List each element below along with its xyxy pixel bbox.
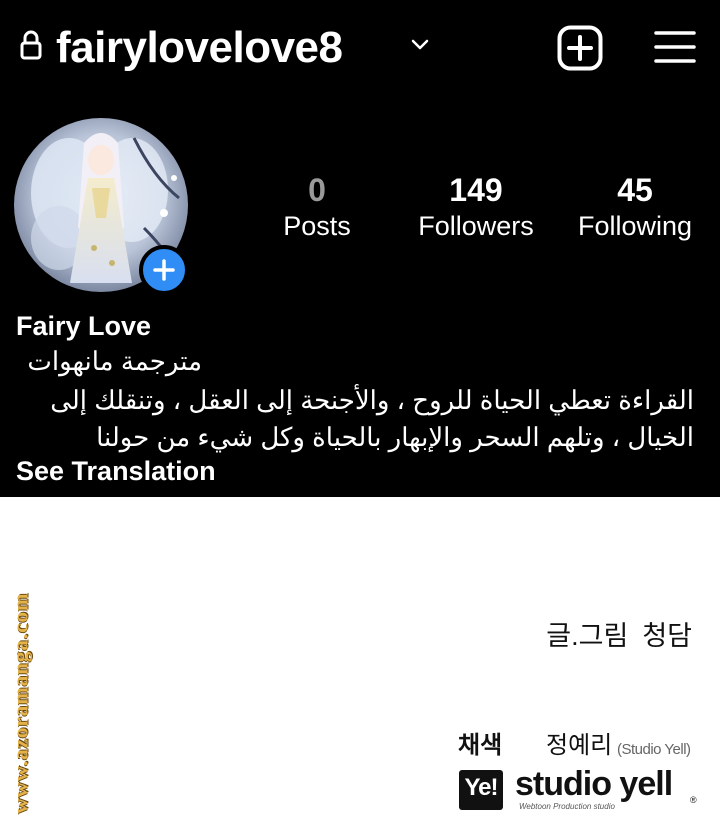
writer-name: 청담	[642, 621, 692, 651]
colorist-studio: (Studio Yell)	[617, 741, 691, 758]
add-square-icon[interactable]	[557, 25, 603, 71]
watermark-text: www.azoramanga.com	[8, 592, 33, 814]
hamburger-menu-icon[interactable]	[654, 29, 696, 65]
chevron-down-icon[interactable]	[410, 38, 430, 52]
profile-top-bar: fairylovelove8	[0, 0, 720, 100]
studio-logo-mark-text: Ye!	[464, 774, 498, 801]
following-label: Following	[577, 211, 693, 241]
studio-registered-mark: ®	[690, 795, 697, 805]
stat-posts[interactable]: 0 Posts	[276, 170, 358, 242]
profile-username[interactable]: fairylovelove8	[56, 22, 343, 74]
studio-logo-mark: Ye!	[459, 770, 503, 810]
see-translation-link[interactable]: See Translation	[16, 454, 216, 488]
lock-icon	[20, 30, 42, 60]
stat-followers[interactable]: 149 Followers	[408, 170, 544, 242]
posts-count: 0	[308, 172, 326, 208]
profile-bio-text: القراءة تعطي الحياة للروح ، والأجنحة إلى…	[50, 385, 694, 452]
stat-following[interactable]: 45 Following	[568, 170, 702, 242]
followers-label: Followers	[418, 211, 534, 241]
studio-logo-tagline: Webtoon Production studio	[519, 802, 615, 811]
instagram-profile-panel: fairylovelove8 0 Posts 149 Followers 45 …	[0, 0, 720, 497]
following-count: 45	[617, 172, 653, 208]
add-story-button[interactable]	[139, 245, 189, 295]
site-watermark: www.azoramanga.com	[8, 583, 34, 823]
writer-credit: 글.그림 청담	[546, 618, 692, 654]
profile-bio-title: مترجمة مانهوات	[27, 346, 202, 376]
colorist-label: 채색	[458, 732, 503, 759]
profile-display-name: Fairy Love	[16, 311, 152, 341]
plus-icon	[153, 259, 175, 281]
followers-count: 149	[449, 172, 503, 208]
colorist-name: 정예리	[546, 732, 613, 759]
posts-label: Posts	[283, 211, 351, 241]
writer-label: 글.그림	[546, 621, 629, 651]
studio-logo-name: studio yell	[515, 765, 673, 803]
